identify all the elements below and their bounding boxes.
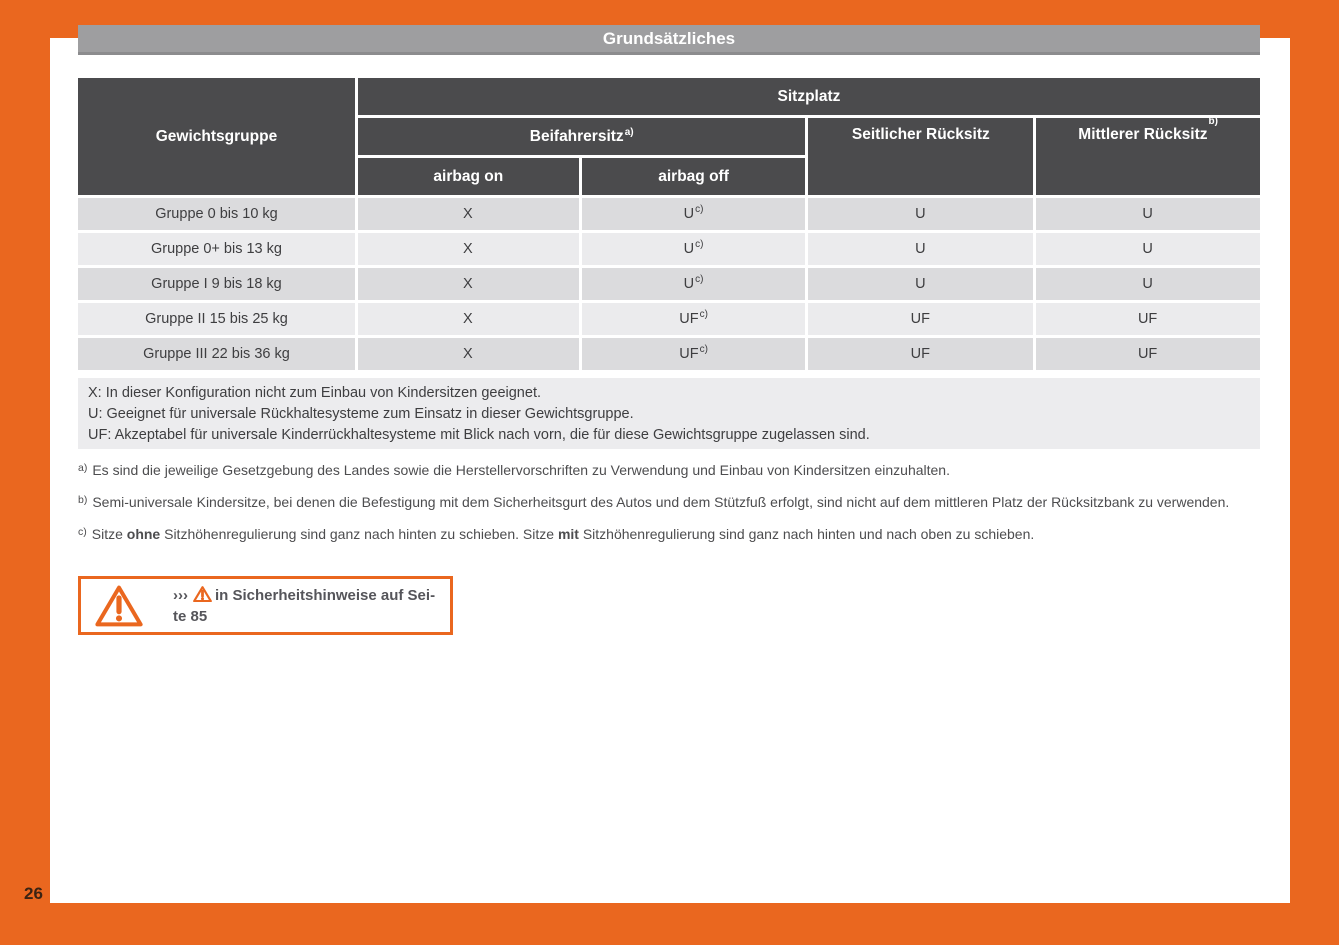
header-airbag-on: airbag on [358,158,579,195]
table-cell: X [358,268,579,300]
page-title: Grundsätzliches [603,29,735,49]
table-cell: U [1036,268,1260,300]
warning-triangle-icon [95,585,143,627]
page-title-bar: Grundsätzliches [78,25,1260,55]
header-seat-position: Sitzplatz [358,78,1260,115]
row-label: Gruppe 0+ bis 13 kg [78,233,355,265]
table-cell: Uc) [582,233,806,265]
manual-page-frame: Grundsätzliches Gewichtsgruppe Sitzplatz… [0,0,1339,945]
table-cell: Uc) [582,268,806,300]
header-weight-group: Gewichtsgruppe [78,78,355,195]
row-label: Gruppe III 22 bis 36 kg [78,338,355,370]
legend-line-x: X: In dieser Konfiguration nicht zum Ein… [88,383,1250,404]
warning-line-2: te 85 [173,606,435,627]
safety-warning-box: ›››in Sicherheitshinweise auf Sei- te 85 [78,576,453,635]
header-side-rear-seat: Seitlicher Rücksitz [808,118,1033,195]
footnote-c: c)Sitze ohne Sitzhöhenregulierung sind g… [78,524,1263,546]
table-cell: X [358,198,579,230]
header-middle-rear-seat: Mittlerer Rücksitzb) [1036,118,1260,195]
table-cell: U [808,198,1033,230]
table-cell: UF [1036,338,1260,370]
warning-reference-text: ›››in Sicherheitshinweise auf Sei- te 85 [173,585,435,627]
table-cell: UF [1036,303,1260,335]
table-cell: UFc) [582,303,806,335]
inline-warning-icon [193,586,212,602]
table-cell: U [808,268,1033,300]
header-airbag-off: airbag off [582,158,806,195]
chevrons: ››› [173,587,188,604]
table-cell: UF [808,303,1033,335]
row-label: Gruppe I 9 bis 18 kg [78,268,355,300]
header-front-passenger-seat: Beifahrersitza) [358,118,806,155]
child-seat-table: Gewichtsgruppe Sitzplatz Beifahrersitza)… [78,78,1260,370]
table-cell: U [808,233,1033,265]
table-cell: U [1036,198,1260,230]
table-cell: U [1036,233,1260,265]
table-cell: UFc) [582,338,806,370]
row-label: Gruppe 0 bis 10 kg [78,198,355,230]
table-legend: X: In dieser Konfiguration nicht zum Ein… [78,378,1260,449]
table-cell: X [358,338,579,370]
table-cell: X [358,233,579,265]
footnotes: a)Es sind die jeweilige Gesetzgebung des… [78,460,1263,556]
warning-line-1: ›››in Sicherheitshinweise auf Sei- [173,585,435,606]
page-number: 26 [24,884,43,904]
table-cell: X [358,303,579,335]
table-cell: Uc) [582,198,806,230]
row-label: Gruppe II 15 bis 25 kg [78,303,355,335]
legend-line-u: U: Geeignet für universale Rückhaltesyst… [88,404,1250,425]
legend-line-uf: UF: Akzeptabel für universale Kinderrück… [88,425,1250,446]
footnote-b: b)Semi-universale Kindersitze, bei denen… [78,492,1263,514]
footnote-a: a)Es sind die jeweilige Gesetzgebung des… [78,460,1263,482]
table-cell: UF [808,338,1033,370]
